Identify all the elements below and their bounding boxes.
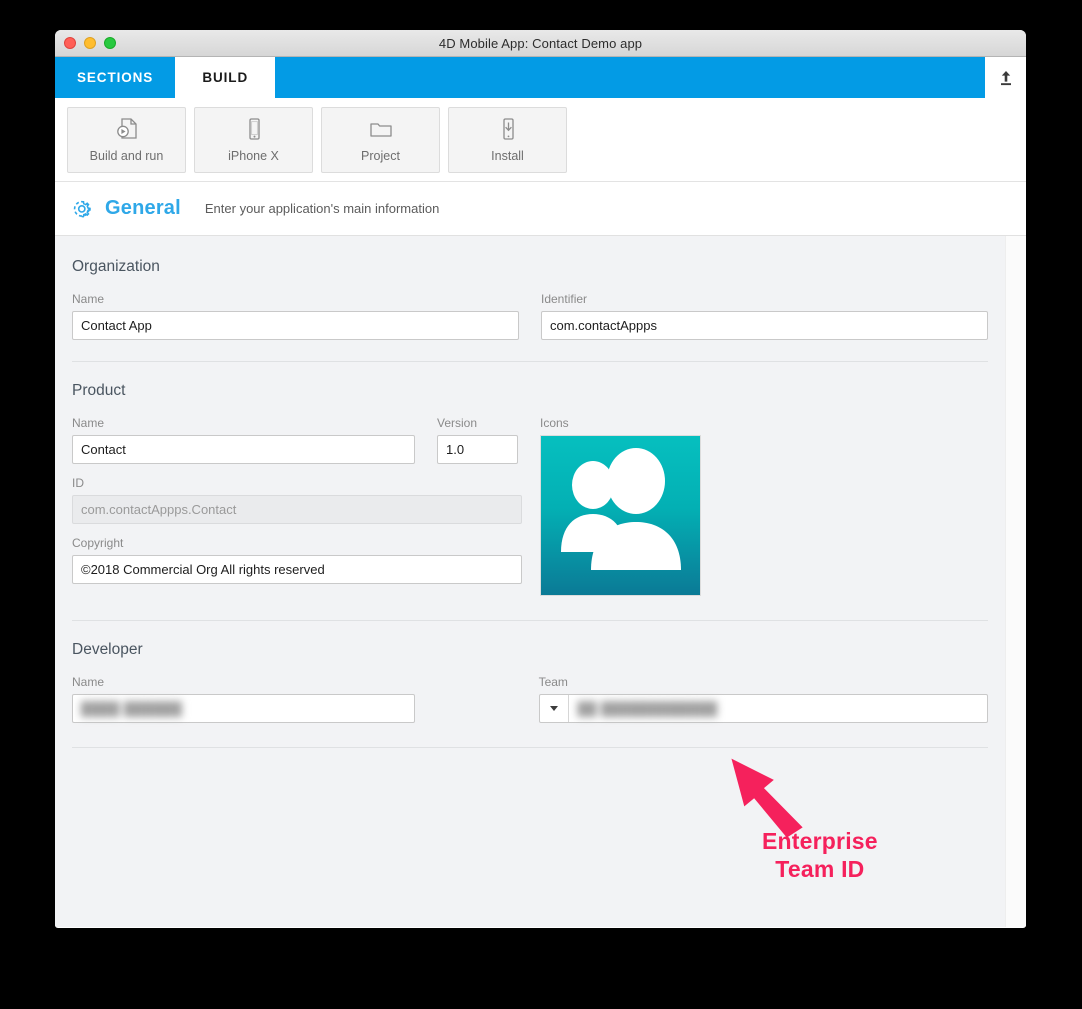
- organization-group-title: Organization: [72, 258, 160, 275]
- product-version-label: Version: [437, 416, 478, 430]
- device-icon: [241, 116, 267, 142]
- product-name-label: Name: [72, 416, 105, 430]
- tab-build[interactable]: BUILD: [175, 57, 276, 98]
- minimize-window-button[interactable]: [84, 37, 96, 49]
- upload-button[interactable]: [985, 57, 1026, 98]
- annotation-line-2: Team ID: [775, 856, 865, 883]
- organization-identifier-label: Identifier: [541, 292, 588, 306]
- team-dropdown-toggle[interactable]: [540, 695, 569, 722]
- annotation-line-1: Enterprise: [762, 828, 878, 854]
- device-select-button[interactable]: iPhone X: [194, 106, 313, 173]
- divider-organization-product: [72, 361, 988, 362]
- window-controls: [64, 37, 116, 49]
- app-icon-preview[interactable]: [540, 435, 701, 596]
- build-and-run-button[interactable]: Build and run: [67, 106, 186, 173]
- build-and-run-label: Build and run: [89, 149, 164, 163]
- title-bar: 4D Mobile App: Contact Demo app: [55, 30, 1026, 57]
- product-name-input[interactable]: Contact: [72, 435, 415, 464]
- divider-developer-bottom: [72, 747, 988, 748]
- tab-build-label: BUILD: [202, 70, 249, 85]
- product-group-title: Product: [72, 382, 126, 399]
- product-id-label: ID: [72, 476, 84, 490]
- product-icons-label: Icons: [540, 416, 569, 430]
- tab-sections[interactable]: SECTIONS: [55, 57, 175, 98]
- developer-team-value: ██ ████████████: [577, 701, 718, 716]
- divider-product-developer: [72, 620, 988, 621]
- tab-bar-filler: [275, 57, 985, 98]
- build-and-run-icon: [114, 116, 140, 142]
- chevron-down-icon: [549, 706, 558, 711]
- product-copyright-value: ©2018 Commercial Org All rights reserved: [81, 562, 325, 577]
- tab-sections-label: SECTIONS: [77, 70, 154, 85]
- organization-name-input[interactable]: Contact App: [72, 311, 519, 340]
- section-header: General Enter your application's main in…: [55, 182, 1026, 236]
- device-label: iPhone X: [228, 149, 279, 163]
- section-title: General: [105, 197, 181, 219]
- developer-team-label: Team: [538, 675, 568, 689]
- tab-bar: SECTIONS BUILD: [55, 57, 1026, 98]
- product-id-value: com.contactAppps.Contact: [81, 502, 237, 517]
- settings-content: Organization Name Contact App Identifier…: [55, 236, 1026, 927]
- install-label: Install: [491, 149, 524, 163]
- product-version-value: 1.0: [446, 442, 465, 457]
- product-copyright-label: Copyright: [72, 536, 124, 550]
- organization-name-label: Name: [72, 292, 105, 306]
- build-toolbar: Build and run iPhone X Project Install: [55, 98, 1026, 182]
- maximize-window-button[interactable]: [104, 37, 116, 49]
- contacts-app-icon: [561, 448, 681, 570]
- window-title: 4D Mobile App: Contact Demo app: [438, 35, 643, 51]
- organization-identifier-input[interactable]: com.contactAppps: [541, 311, 988, 340]
- gear-icon: [73, 200, 91, 217]
- developer-name-value: ████ ██████: [81, 701, 183, 716]
- product-version-input[interactable]: 1.0: [437, 435, 518, 464]
- organization-identifier-value: com.contactAppps: [550, 318, 657, 333]
- project-button[interactable]: Project: [321, 106, 440, 173]
- close-window-button[interactable]: [64, 37, 76, 49]
- project-label: Project: [361, 149, 400, 163]
- developer-group-title: Developer: [72, 641, 143, 658]
- developer-name-label: Name: [72, 675, 105, 689]
- annotation-label: Enterprise Team ID: [762, 827, 878, 883]
- install-button[interactable]: Install: [448, 106, 567, 173]
- team-dropdown-value-container: ██ ████████████: [569, 695, 987, 722]
- section-description: Enter your application's main informatio…: [204, 201, 440, 216]
- folder-icon: [368, 116, 394, 142]
- install-icon: [495, 116, 521, 142]
- scrollbar-track[interactable]: [1005, 236, 1026, 927]
- app-window: 4D Mobile App: Contact Demo app SECTIONS…: [55, 30, 1026, 928]
- developer-team-dropdown[interactable]: ██ ████████████: [538, 694, 988, 723]
- organization-name-value: Contact App: [81, 318, 152, 333]
- product-name-value: Contact: [81, 442, 126, 457]
- developer-name-input[interactable]: ████ ██████: [72, 694, 415, 723]
- upload-icon: [1000, 70, 1011, 85]
